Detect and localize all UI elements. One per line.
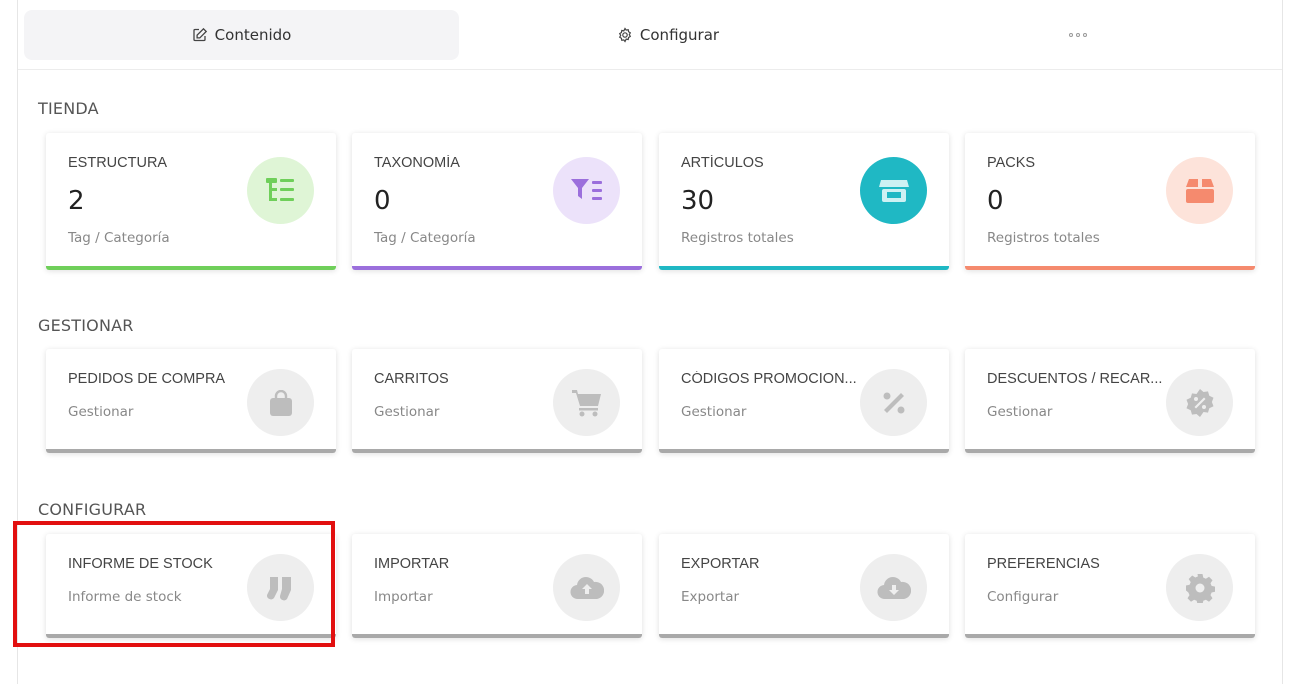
more-icon — [1069, 33, 1087, 37]
section-title-gestionar: GESTIONAR — [38, 316, 134, 335]
card-count: 2 — [68, 186, 85, 216]
card-accent-bar — [965, 634, 1255, 638]
card-title: PACKS — [987, 155, 1036, 171]
card-subtitle: Informe de stock — [68, 589, 182, 605]
card-articulos[interactable]: ARTÍCULOS 30 Registros totales — [659, 133, 949, 270]
tab-configurar-label: Configurar — [639, 26, 720, 44]
card-title: ARTÍCULOS — [681, 155, 764, 171]
card-subtitle: Gestionar — [987, 404, 1053, 420]
tab-more[interactable] — [878, 10, 1278, 60]
card-title: PEDIDOS DE COMPRA — [68, 371, 226, 387]
card-importar[interactable]: IMPORTAR Importar — [352, 534, 642, 638]
tree-structure-icon — [247, 157, 314, 224]
card-subtitle: Gestionar — [374, 404, 440, 420]
card-accent-bar — [965, 266, 1255, 270]
tab-configurar[interactable]: Configurar — [463, 10, 873, 60]
card-title: TAXONOMÍA — [374, 155, 460, 171]
percent-icon — [860, 369, 927, 436]
card-title: ESTRUCTURA — [68, 155, 168, 171]
card-subtitle: Registros totales — [987, 230, 1100, 246]
cloud-upload-icon — [553, 554, 620, 621]
box-icon — [1166, 157, 1233, 224]
card-title: IMPORTAR — [374, 556, 450, 572]
store-icon — [860, 157, 927, 224]
card-accent-bar — [659, 266, 949, 270]
card-count: 0 — [374, 186, 391, 216]
gear-icon — [618, 27, 632, 43]
card-title: CARRITOS — [374, 371, 449, 387]
section-title-tienda: TIENDA — [38, 99, 99, 118]
card-title: INFORME DE STOCK — [68, 556, 213, 572]
card-subtitle: Registros totales — [681, 230, 794, 246]
discount-badge-icon — [1166, 369, 1233, 436]
card-packs[interactable]: PACKS 0 Registros totales — [965, 133, 1255, 270]
main-panel: Contenido Configurar TIENDA ESTRUCTURA 2… — [17, 0, 1283, 684]
card-accent-bar — [659, 449, 949, 453]
card-pedidos-de-compra[interactable]: PEDIDOS DE COMPRA Gestionar — [46, 349, 336, 453]
edit-icon — [193, 27, 207, 42]
section-title-configurar: CONFIGURAR — [38, 500, 147, 519]
card-taxonomia[interactable]: TAXONOMÍA 0 Tag / Categoría — [352, 133, 642, 270]
card-codigos-promocionales[interactable]: CÓDIGOS PROMOCION... Gestionar — [659, 349, 949, 453]
card-exportar[interactable]: EXPORTAR Exportar — [659, 534, 949, 638]
tab-contenido[interactable]: Contenido — [24, 10, 459, 60]
card-accent-bar — [965, 449, 1255, 453]
card-title: DESCUENTOS / RECAR... — [987, 371, 1163, 387]
card-accent-bar — [46, 449, 336, 453]
card-informe-de-stock[interactable]: INFORME DE STOCK Informe de stock — [46, 534, 336, 638]
card-preferencias[interactable]: PREFERENCIAS Configurar — [965, 534, 1255, 638]
card-accent-bar — [46, 634, 336, 638]
card-accent-bar — [352, 634, 642, 638]
cloud-download-icon — [860, 554, 927, 621]
card-accent-bar — [352, 266, 642, 270]
gear-icon — [1166, 554, 1233, 621]
card-subtitle: Gestionar — [681, 404, 747, 420]
tab-bar: Contenido Configurar — [18, 0, 1282, 70]
card-descuentos-recargos[interactable]: DESCUENTOS / RECAR... Gestionar — [965, 349, 1255, 453]
card-count: 30 — [681, 186, 715, 216]
card-carritos[interactable]: CARRITOS Gestionar — [352, 349, 642, 453]
card-estructura[interactable]: ESTRUCTURA 2 Tag / Categoría — [46, 133, 336, 270]
cart-icon — [553, 369, 620, 436]
card-title: CÓDIGOS PROMOCION... — [681, 371, 857, 387]
card-title: EXPORTAR — [681, 556, 760, 572]
card-subtitle: Configurar — [987, 589, 1059, 605]
card-title: PREFERENCIAS — [987, 556, 1100, 572]
tab-contenido-label: Contenido — [214, 26, 292, 44]
card-subtitle: Tag / Categoría — [374, 230, 476, 246]
card-count: 0 — [987, 186, 1004, 216]
card-subtitle: Exportar — [681, 589, 740, 605]
card-accent-bar — [659, 634, 949, 638]
card-accent-bar — [46, 266, 336, 270]
card-accent-bar — [352, 449, 642, 453]
card-subtitle: Gestionar — [68, 404, 134, 420]
card-subtitle: Tag / Categoría — [68, 230, 170, 246]
shopping-bag-icon — [247, 369, 314, 436]
card-subtitle: Importar — [374, 589, 433, 605]
filter-list-icon — [553, 157, 620, 224]
socks-icon — [247, 554, 314, 621]
